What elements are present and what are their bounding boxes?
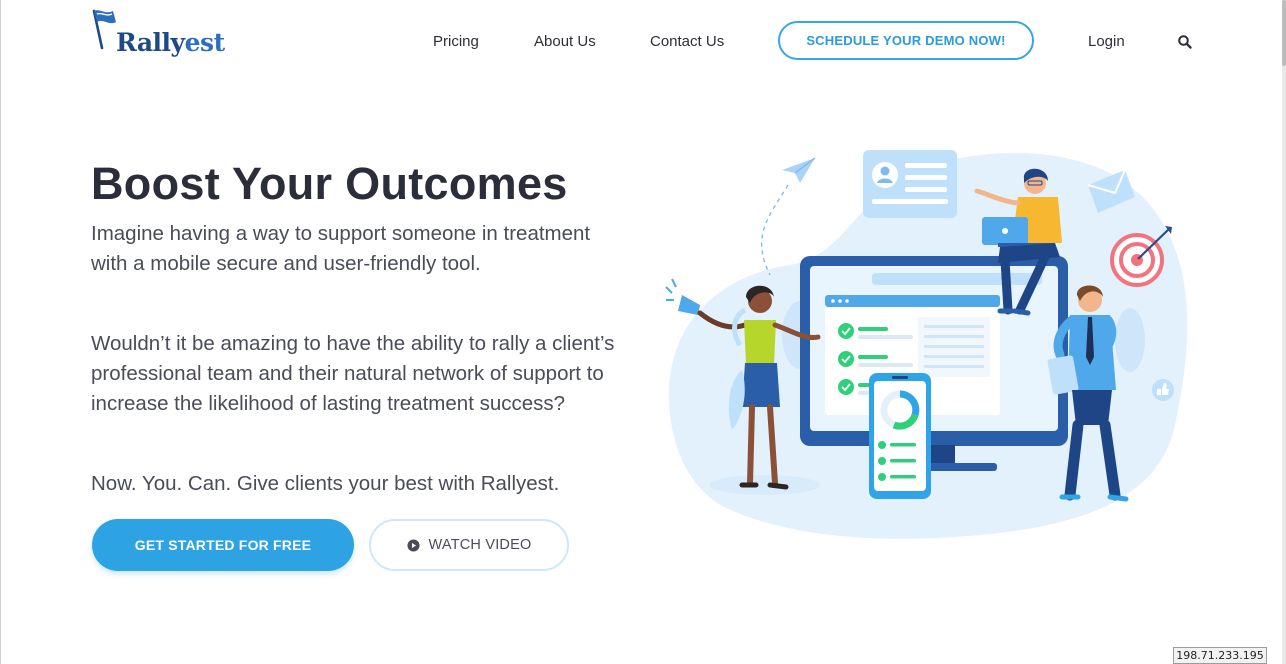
search-icon[interactable] — [1177, 34, 1193, 50]
watch-video-button[interactable]: WATCH VIDEO — [369, 519, 569, 571]
watch-video-label: WATCH VIDEO — [428, 537, 532, 553]
nav-login[interactable]: Login — [1088, 33, 1125, 50]
hero-paragraph-intro: Imagine having a way to support someone … — [91, 222, 591, 275]
nav-about-us[interactable]: About Us — [534, 33, 596, 50]
play-icon — [407, 538, 420, 552]
page-left-border — [0, 0, 1, 664]
schedule-demo-button[interactable]: SCHEDULE YOUR DEMO NOW! — [778, 21, 1034, 60]
get-started-button[interactable]: GET STARTED FOR FREE — [92, 519, 354, 571]
nav-contact-us[interactable]: Contact Us — [650, 33, 724, 50]
hero-paragraph-question: Wouldn’t it be amazing to have the abili… — [91, 332, 615, 415]
nav-pricing[interactable]: Pricing — [433, 33, 479, 50]
ip-address-badge: 198.71.233.195 — [1173, 647, 1267, 664]
scrollbar[interactable] — [1282, 0, 1286, 664]
hero-illustration — [665, 150, 1188, 539]
hero-title: Boost Your Outcomes — [91, 158, 568, 209]
thumbs-up-icon — [1152, 379, 1174, 401]
hero-paragraph-tagline: Now. You. Can. Give clients your best wi… — [91, 472, 560, 495]
smartphone — [869, 373, 931, 499]
main-nav: Pricing About Us Contact Us SCHEDULE YOU… — [0, 0, 1286, 84]
profile-card-icon — [863, 150, 957, 218]
